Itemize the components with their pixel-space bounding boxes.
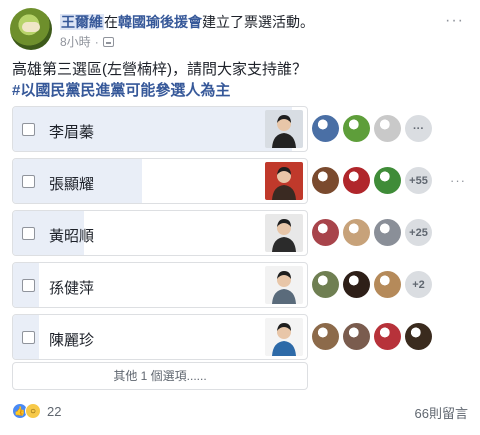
- author-avatar[interactable]: [10, 8, 52, 50]
- voter-avatar[interactable]: [312, 115, 339, 142]
- poll-option[interactable]: 張顯耀: [12, 158, 308, 204]
- post-footer: 👍 ○ 22 66則留言: [12, 403, 468, 423]
- candidate-photo: [265, 266, 303, 304]
- group-icon: [102, 36, 114, 47]
- post-time[interactable]: 8小時: [60, 33, 91, 50]
- reaction-count: 22: [47, 403, 62, 419]
- action-suffix: 建立了票選活動。: [202, 14, 314, 30]
- voter-avatar[interactable]: [343, 219, 370, 246]
- poll-option[interactable]: 黃昭順: [12, 210, 308, 256]
- voter-avatar[interactable]: [374, 323, 401, 350]
- poll-option[interactable]: 李眉蓁: [12, 106, 308, 152]
- voter-avatar[interactable]: [343, 271, 370, 298]
- candidate-photo: [265, 318, 303, 356]
- more-voters-badge[interactable]: +55: [405, 167, 432, 194]
- post-meta: 8小時 ·: [60, 33, 114, 50]
- option-more-icon[interactable]: ···: [450, 173, 466, 188]
- option-label: 李眉蓁: [49, 124, 95, 141]
- poll-option[interactable]: 陳麗珍: [12, 314, 308, 360]
- voter-avatar[interactable]: [343, 167, 370, 194]
- candidate-photo: [265, 162, 303, 200]
- poll-option-row: 孫健萍 +2: [12, 262, 468, 308]
- voter-avatars[interactable]: +2: [312, 271, 432, 298]
- option-checkbox[interactable]: [22, 279, 35, 292]
- poll-option-row: 李眉蓁 ···: [12, 106, 468, 152]
- voter-avatar[interactable]: [374, 219, 401, 246]
- option-label: 張顯耀: [49, 176, 95, 193]
- option-checkbox[interactable]: [22, 123, 35, 136]
- author-name-link[interactable]: 王爾維: [60, 14, 104, 30]
- option-label: 黃昭順: [49, 228, 95, 245]
- more-voters-badge[interactable]: +2: [405, 271, 432, 298]
- option-label: 孫健萍: [49, 280, 95, 297]
- voter-avatar[interactable]: [312, 271, 339, 298]
- voter-avatars[interactable]: [312, 323, 432, 350]
- reactions-summary[interactable]: 👍 ○ 22: [12, 403, 61, 419]
- voter-avatar[interactable]: [343, 115, 370, 142]
- more-voters-badge[interactable]: ···: [405, 115, 432, 142]
- option-checkbox[interactable]: [22, 175, 35, 188]
- wow-icon: ○: [25, 403, 41, 419]
- voter-avatar[interactable]: [312, 323, 339, 350]
- more-voters-badge[interactable]: +25: [405, 219, 432, 246]
- option-label: 陳麗珍: [49, 332, 95, 349]
- more-icon[interactable]: ···: [445, 12, 464, 30]
- voter-avatars[interactable]: +55: [312, 167, 432, 194]
- voter-avatar[interactable]: [374, 115, 401, 142]
- poll-option-row: 張顯耀 +55 ···: [12, 158, 468, 204]
- hashtag-link[interactable]: #以國民黨民進黨可能參選人為主: [12, 79, 230, 100]
- poll-options: 李眉蓁 ··· 張顯耀 +55 ··· 黃昭順 +25 孫健萍 +2 陳麗珍: [12, 106, 468, 366]
- option-checkbox[interactable]: [22, 227, 35, 240]
- meta-separator: ·: [94, 34, 99, 49]
- poll-option-row: 黃昭順 +25: [12, 210, 468, 256]
- voter-avatar[interactable]: [343, 323, 370, 350]
- post-header: 王爾維在韓國瑜後援會建立了票選活動。 8小時 · ···: [10, 8, 470, 52]
- voter-avatars[interactable]: ···: [312, 115, 432, 142]
- voter-avatar[interactable]: [374, 271, 401, 298]
- voter-avatars[interactable]: +25: [312, 219, 432, 246]
- action-prefix: 在: [104, 14, 118, 30]
- option-checkbox[interactable]: [22, 331, 35, 344]
- comment-count-link[interactable]: 66則留言: [415, 403, 468, 422]
- poll-option-row: 陳麗珍: [12, 314, 468, 360]
- voter-avatar[interactable]: [312, 219, 339, 246]
- candidate-photo: [265, 110, 303, 148]
- voter-avatar[interactable]: [405, 323, 432, 350]
- candidate-photo: [265, 214, 303, 252]
- group-name-link[interactable]: 韓國瑜後援會: [118, 14, 202, 30]
- voter-avatar[interactable]: [374, 167, 401, 194]
- voter-avatar[interactable]: [312, 167, 339, 194]
- more-options-button[interactable]: 其他 1 個選項......: [12, 362, 308, 390]
- poll-question: 高雄第三選區(左營楠梓)，請問大家支持誰？: [12, 61, 307, 78]
- poll-option[interactable]: 孫健萍: [12, 262, 308, 308]
- post-title-line: 王爾維在韓國瑜後援會建立了票選活動。: [60, 12, 314, 32]
